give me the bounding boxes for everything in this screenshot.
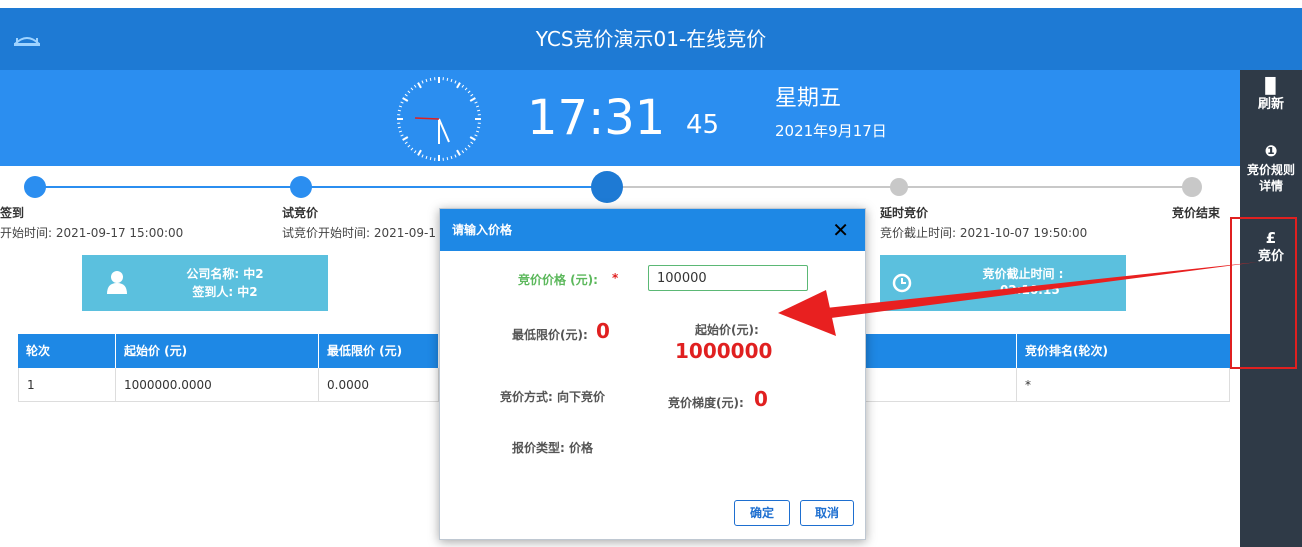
deadline-value: ...02:10:15 (986, 283, 1060, 297)
bid-highlight-box (1230, 217, 1297, 369)
file-icon: ▉ (1265, 77, 1277, 95)
stage-name: 试竞价 (282, 206, 319, 220)
column-header: 竞价排名(轮次) (1025, 344, 1108, 358)
timeline-dot-current (591, 171, 623, 203)
clock-icon (892, 273, 912, 293)
step-label: 竞价梯度(元): (668, 396, 744, 410)
info-icon: ❶ (1264, 142, 1278, 160)
table-cell: 1 (19, 368, 116, 401)
clock-seconds: 45 (686, 110, 720, 140)
stage-time: 开始时间: 2021-09-17 15:00:00 (0, 226, 184, 240)
sidebar-item-refresh[interactable]: ▉ 刷新 (1240, 78, 1302, 113)
bid-method: 竞价方式: 向下竞价 (500, 390, 605, 404)
stage-name: 延时竞价 (880, 206, 929, 220)
start-price-label: 起始价(元): (695, 323, 759, 337)
quote-type: 报价类型: 价格 (512, 441, 593, 455)
required-mark: * (612, 271, 619, 285)
page-title: YCS竞价演示01-在线竞价 (535, 27, 767, 51)
cancel-button[interactable]: 取消 (800, 500, 854, 526)
deadline-card: 竞价截止时间 : ...02:10:15 (880, 255, 1126, 311)
price-label: 竞价价格 (元): (518, 273, 598, 287)
analog-clock-icon (397, 77, 481, 161)
close-icon[interactable]: ✕ (832, 209, 849, 251)
table-cell: * (1025, 378, 1031, 392)
deadline-label: 竞价截止时间 : (982, 267, 1064, 281)
stage-name: 竞价结束 (1172, 206, 1221, 220)
table-cell: 1000000.0000 (116, 368, 319, 401)
clock-time: 17:31 (527, 90, 666, 146)
stage-time: 竞价截止时间: 2021-10-07 19:50:00 (880, 226, 1088, 240)
timeline-line-done (34, 186, 604, 188)
table-cell: 0.0000 (319, 368, 439, 401)
start-price-value: 1000000 (675, 339, 773, 363)
date: 2021年9月17日 (775, 122, 887, 140)
company-name: 公司名称: 中2 (186, 267, 264, 281)
sidebar-item-label: 刷新 (1257, 97, 1284, 112)
timeline-dot-trial (290, 176, 312, 198)
clock-bar: 17:31 45 星期五 2021年9月17日 (0, 70, 1240, 166)
stage-name: 签到 (0, 206, 25, 220)
sidebar-item-rules[interactable]: ❶ 竞价规则详情 (1240, 143, 1302, 194)
timeline-dot-extend (890, 178, 908, 196)
top-bar: YCS竞价演示01-在线竞价 (0, 8, 1302, 70)
min-price-value: 0 (596, 319, 610, 343)
step-value: 0 (754, 387, 768, 411)
stage-time: 试竞价开始时间: 2021-09-1 (282, 226, 436, 240)
timeline-dot-end (1182, 177, 1202, 197)
user-icon (107, 271, 127, 294)
signer-name: 签到人: 中2 (192, 285, 258, 299)
price-input[interactable] (648, 265, 808, 291)
timeline-dot-signin (24, 176, 46, 198)
signin-card: 公司名称: 中2 签到人: 中2 (82, 255, 328, 311)
column-header: 最低限价 (元) (319, 334, 439, 368)
sidebar-item-label: 竞价规则详情 (1246, 163, 1295, 193)
dialog-header: 请输入价格 ✕ (440, 209, 865, 251)
column-header: 轮次 (18, 334, 116, 368)
min-price-label: 最低限价(元): (512, 328, 588, 342)
column-header: 起始价 (元) (116, 334, 319, 368)
price-input-dialog: 请输入价格 ✕ 竞价价格 (元): * 最低限价(元): 0 起始价(元): 1… (439, 208, 866, 540)
dialog-title: 请输入价格 (452, 223, 513, 237)
confirm-button[interactable]: 确定 (734, 500, 790, 526)
weekday: 星期五 (775, 86, 842, 111)
